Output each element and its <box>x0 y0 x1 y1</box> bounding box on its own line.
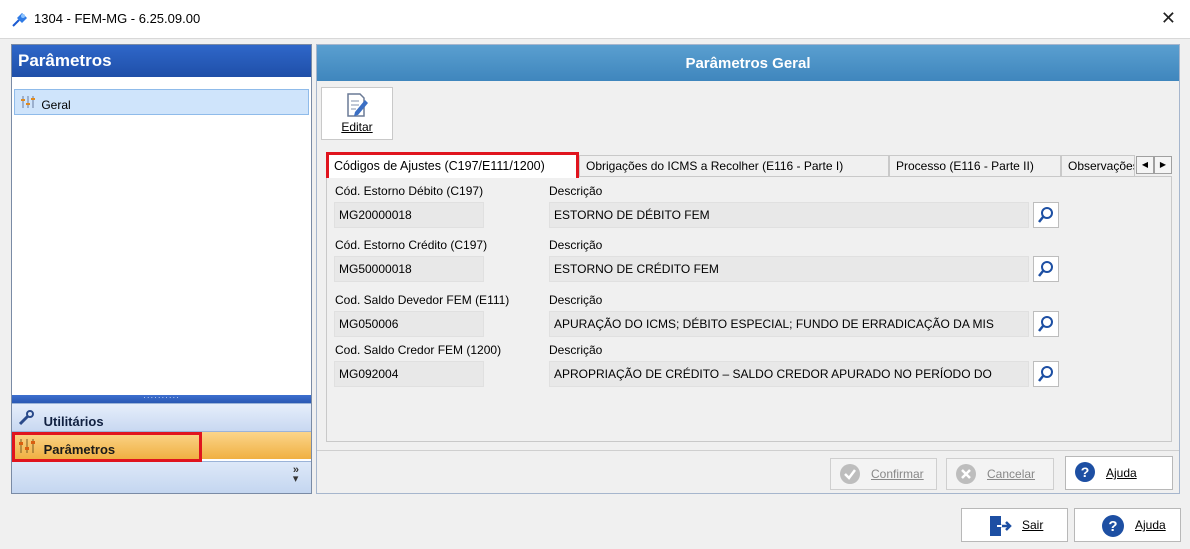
left-panel: Parâmetros Geral ·········· Utilitários … <box>11 44 312 494</box>
desc-field[interactable]: ESTORNO DE CRÉDITO FEM <box>549 256 1029 282</box>
close-circle-icon <box>956 464 976 484</box>
panel-title: Parâmetros Geral <box>317 45 1179 81</box>
tab-scroll-right-icon[interactable]: ▶ <box>1154 156 1172 174</box>
panel-splitter[interactable]: ·········· <box>12 394 311 403</box>
code-label: Cód. Estorno Crédito (C197) <box>335 238 488 252</box>
nav-overflow[interactable]: » ▾ <box>12 461 311 493</box>
help-label: Ajuda <box>1106 466 1137 480</box>
tab-label: Processo (E116 - Parte II) <box>896 159 1034 173</box>
check-icon <box>840 464 860 484</box>
nav-utilitarios[interactable]: Utilitários <box>12 403 311 431</box>
highlight-box <box>12 432 202 462</box>
code-label: Cod. Saldo Credor FEM (1200) <box>335 343 502 357</box>
search-icon <box>1038 207 1053 223</box>
code-label: Cod. Saldo Devedor FEM (E111) <box>335 293 510 307</box>
code-field[interactable]: MG092004 <box>334 361 484 387</box>
help-button[interactable]: ? Ajuda <box>1065 456 1173 490</box>
edit-document-icon <box>347 93 368 117</box>
desc-label: Descrição <box>549 184 603 198</box>
tree-item-label: Geral <box>41 98 71 112</box>
divider <box>317 450 1179 451</box>
confirm-button[interactable]: Confirmar <box>830 458 937 490</box>
code-field[interactable]: MG050006 <box>334 311 484 337</box>
tab-obrigacoes-icms[interactable]: Obrigações do ICMS a Recolher (E116 - Pa… <box>579 155 889 176</box>
search-button[interactable] <box>1033 256 1059 282</box>
wrench-icon <box>18 410 40 429</box>
tree-item-geral[interactable]: Geral <box>14 89 309 115</box>
exit-icon <box>990 516 1012 536</box>
tab-strip: Códigos de Ajustes (C197/E111/1200) Obri… <box>326 152 1172 178</box>
confirm-label: Confirmar <box>871 467 924 481</box>
title-bar: 1304 - FEM-MG - 6.25.09.00 ✕ <box>0 0 1190 38</box>
search-button[interactable] <box>1033 311 1059 337</box>
help-icon: ? <box>1075 462 1095 482</box>
code-field[interactable]: MG20000018 <box>334 202 484 228</box>
tab-observacoes[interactable]: Observações <box>1061 155 1135 176</box>
exit-label: Sair <box>1022 518 1044 532</box>
tab-label: Obrigações do ICMS a Recolher (E116 - Pa… <box>586 159 844 173</box>
svg-text:?: ? <box>1108 518 1117 535</box>
cancel-label: Cancelar <box>987 467 1036 481</box>
desc-field[interactable]: APURAÇÃO DO ICMS; DÉBITO ESPECIAL; FUNDO… <box>549 311 1029 337</box>
tab-content: Cód. Estorno Débito (C197) Descrição MG2… <box>326 176 1172 442</box>
cancel-button[interactable]: Cancelar <box>946 458 1054 490</box>
tab-codigos-ajustes[interactable]: Códigos de Ajustes (C197/E111/1200) <box>326 152 579 178</box>
tab-processo[interactable]: Processo (E116 - Parte II) <box>889 155 1061 176</box>
desc-label: Descrição <box>549 293 603 307</box>
tab-scroll-left-icon[interactable]: ◀ <box>1136 156 1154 174</box>
pin-icon <box>12 13 27 27</box>
sliders-icon <box>20 95 38 112</box>
search-icon <box>1038 366 1053 382</box>
tab-label: Códigos de Ajustes (C197/E111/1200) <box>334 159 545 173</box>
chevron-double-right-icon: » ▾ <box>292 464 299 485</box>
edit-button[interactable]: Editar <box>321 87 393 140</box>
svg-text:?: ? <box>1081 464 1090 480</box>
search-button[interactable] <box>1033 361 1059 387</box>
right-panel: Parâmetros Geral Editar Códigos de Ajust… <box>316 44 1180 494</box>
exit-button[interactable]: Sair <box>961 508 1068 542</box>
search-icon <box>1038 261 1053 277</box>
nav-utilitarios-label: Utilitários <box>43 414 104 429</box>
desc-field[interactable]: APROPRIAÇÃO DE CRÉDITO – SALDO CREDOR AP… <box>549 361 1029 387</box>
footer-help-button[interactable]: ? Ajuda <box>1074 508 1181 542</box>
window-title: 1304 - FEM-MG - 6.25.09.00 <box>34 11 201 26</box>
left-panel-title: Parâmetros <box>12 45 311 77</box>
footer-help-label: Ajuda <box>1135 518 1166 532</box>
edit-button-label: Editar <box>322 120 392 134</box>
code-field[interactable]: MG50000018 <box>334 256 484 282</box>
edit-label-text: Editar <box>341 120 373 134</box>
desc-label: Descrição <box>549 238 603 252</box>
close-icon[interactable]: ✕ <box>1161 8 1176 29</box>
desc-label: Descrição <box>549 343 603 357</box>
search-icon <box>1038 316 1053 332</box>
search-button[interactable] <box>1033 202 1059 228</box>
code-label: Cód. Estorno Débito (C197) <box>335 184 484 198</box>
tab-label: Observações <box>1068 159 1135 173</box>
desc-field[interactable]: ESTORNO DE DÉBITO FEM <box>549 202 1029 228</box>
help-icon: ? <box>1102 515 1124 537</box>
